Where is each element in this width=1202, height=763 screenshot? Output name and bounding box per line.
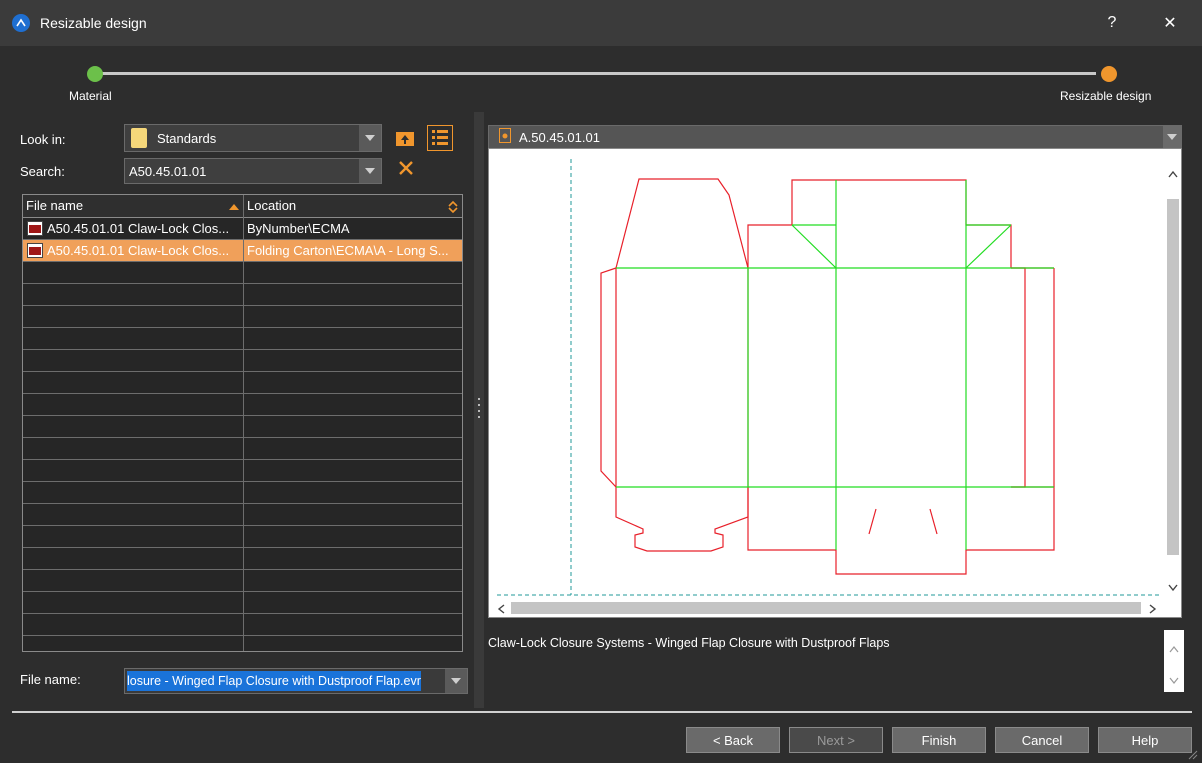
folder-icon xyxy=(131,128,147,148)
clear-search-icon[interactable] xyxy=(397,159,415,177)
cell-file-name: A50.45.01.01 Claw-Lock Clos... xyxy=(47,243,230,258)
preview-title: A.50.45.01.01 xyxy=(519,129,600,145)
file-name-label: File name: xyxy=(20,672,81,687)
design-preview[interactable] xyxy=(488,148,1182,618)
panel-splitter[interactable] xyxy=(474,112,484,708)
cancel-button[interactable]: Cancel xyxy=(995,727,1089,753)
chevron-down-icon[interactable] xyxy=(1169,674,1179,688)
chevron-up-icon[interactable] xyxy=(1169,642,1179,656)
window-title: Resizable design xyxy=(40,15,147,31)
back-button[interactable]: < Back xyxy=(686,727,780,753)
footer-separator xyxy=(12,711,1192,713)
horizontal-scroll-thumb[interactable] xyxy=(511,602,1141,614)
search-input[interactable]: A50.45.01.01 xyxy=(124,158,382,184)
preview-selector[interactable]: A.50.45.01.01 xyxy=(488,125,1182,149)
look-in-label: Look in: xyxy=(20,132,66,147)
chevron-down-icon[interactable] xyxy=(1168,581,1178,593)
close-window-button[interactable]: ✕ xyxy=(1148,8,1192,38)
cell-file-name: A50.45.01.01 Claw-Lock Clos... xyxy=(47,221,230,236)
chevron-down-icon[interactable] xyxy=(445,669,467,693)
next-button[interactable]: Next > xyxy=(789,727,883,753)
title-bar: Resizable design ? ✕ xyxy=(0,0,1202,46)
look-in-value: Standards xyxy=(157,130,217,146)
app-logo-icon xyxy=(12,14,30,32)
column-header-file-name[interactable]: File name xyxy=(23,195,243,217)
help-button[interactable]: Help xyxy=(1098,727,1192,753)
preview-vertical-scrollbar[interactable] xyxy=(1165,149,1181,599)
chevron-down-icon[interactable] xyxy=(359,125,381,151)
file-name-field[interactable]: losure - Winged Flap Closure with Dustpr… xyxy=(124,668,468,694)
search-value: A50.45.01.01 xyxy=(129,163,207,179)
chevron-down-icon[interactable] xyxy=(1163,126,1181,148)
wizard-progress-line xyxy=(102,72,1096,75)
step-dot-resizable-design xyxy=(1101,66,1117,82)
document-icon xyxy=(499,128,511,146)
file-table: File name Location A50.45.01.01 Claw-Loc… xyxy=(22,194,463,652)
file-icon xyxy=(27,243,43,258)
chevron-up-icon[interactable] xyxy=(1168,167,1178,179)
step-label-material: Material xyxy=(69,89,112,103)
file-name-value: losure - Winged Flap Closure with Dustpr… xyxy=(127,671,421,691)
design-description: Claw-Lock Closure Systems - Winged Flap … xyxy=(488,636,890,650)
file-icon xyxy=(27,221,43,236)
cell-location: Folding Carton\ECMA\A - Long S... xyxy=(247,243,449,258)
column-header-location[interactable]: Location xyxy=(244,195,462,217)
chevron-down-icon[interactable] xyxy=(359,159,381,183)
step-dot-material xyxy=(87,66,103,82)
chevron-right-icon[interactable] xyxy=(1149,603,1157,617)
finish-button[interactable]: Finish xyxy=(892,727,986,753)
list-view-icon[interactable] xyxy=(427,125,453,151)
cell-location: ByNumber\ECMA xyxy=(247,221,350,236)
help-title-button[interactable]: ? xyxy=(1090,8,1134,38)
step-label-resizable-design: Resizable design xyxy=(1060,89,1152,103)
column-divider xyxy=(243,195,244,651)
sort-asc-icon xyxy=(229,195,239,217)
look-in-select[interactable]: Standards xyxy=(124,124,382,152)
carton-dieline-drawing xyxy=(497,159,1161,596)
preview-horizontal-scrollbar[interactable] xyxy=(489,599,1165,617)
vertical-scroll-thumb[interactable] xyxy=(1167,199,1179,555)
description-scrollbar[interactable] xyxy=(1164,630,1184,692)
resize-grip-icon[interactable] xyxy=(1186,748,1198,760)
folder-up-icon[interactable] xyxy=(394,127,416,149)
search-label: Search: xyxy=(20,164,65,179)
chevron-left-icon[interactable] xyxy=(497,603,505,617)
